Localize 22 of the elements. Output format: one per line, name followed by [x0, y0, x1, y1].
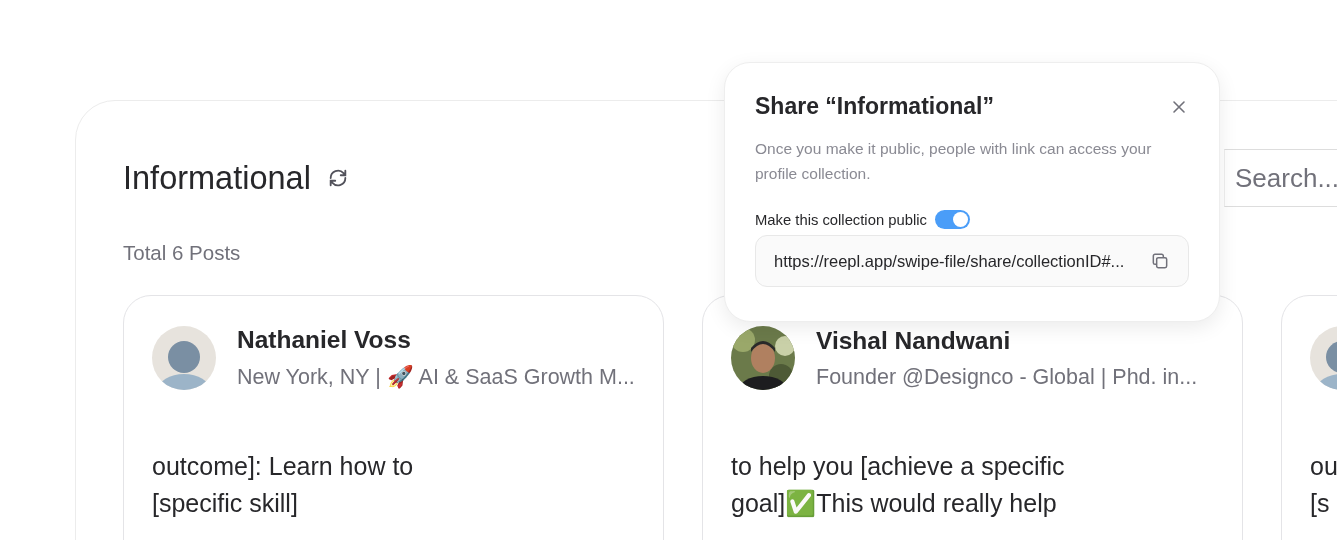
search-field[interactable]: Search...: [1224, 149, 1337, 207]
post-text: [s: [1310, 488, 1330, 519]
author-name: Nathaniel Voss: [237, 326, 412, 354]
author-name: Vishal Nandwani: [816, 326, 1012, 355]
share-link-field[interactable]: https://reepl.app/swipe-file/share/collectionID#...: [755, 235, 1189, 287]
post-text: ou: [1310, 451, 1337, 482]
toggle-label: Make this collection public: [755, 211, 927, 228]
author-headline: New York, NY | 🚀 AI & SaaS Growth M...: [237, 364, 635, 390]
post-text: goal]✅This would really help: [731, 488, 1057, 519]
post-card[interactable]: ou [s: [1281, 295, 1337, 540]
dialog-title: Share “Informational”: [755, 93, 994, 120]
public-toggle[interactable]: [934, 210, 970, 229]
post-text: outcome]: Learn how to: [152, 451, 414, 482]
dialog-description: Once you make it public, people with link can access your profile collection.: [755, 139, 1153, 184]
post-text: to help you [achieve a specific: [731, 451, 1065, 482]
post-card[interactable]: Nathaniel Voss New York, NY | 🚀 AI & SaaS Growth M... outcome]: Learn how to [specific skill]: [123, 295, 664, 540]
collection-title: Informational: [123, 159, 311, 197]
author-headline: Founder @Designco - Global | Phd. in...: [816, 364, 1198, 390]
post-count: Total 6 Posts: [123, 241, 241, 265]
copy-button[interactable]: [1150, 251, 1170, 271]
post-card[interactable]: Vishal Nandwani Founder @Designco - Global | Phd. in... to help you [achieve a specific goal]✅This would really help: [702, 295, 1243, 540]
post-text: [specific skill]: [152, 488, 298, 519]
